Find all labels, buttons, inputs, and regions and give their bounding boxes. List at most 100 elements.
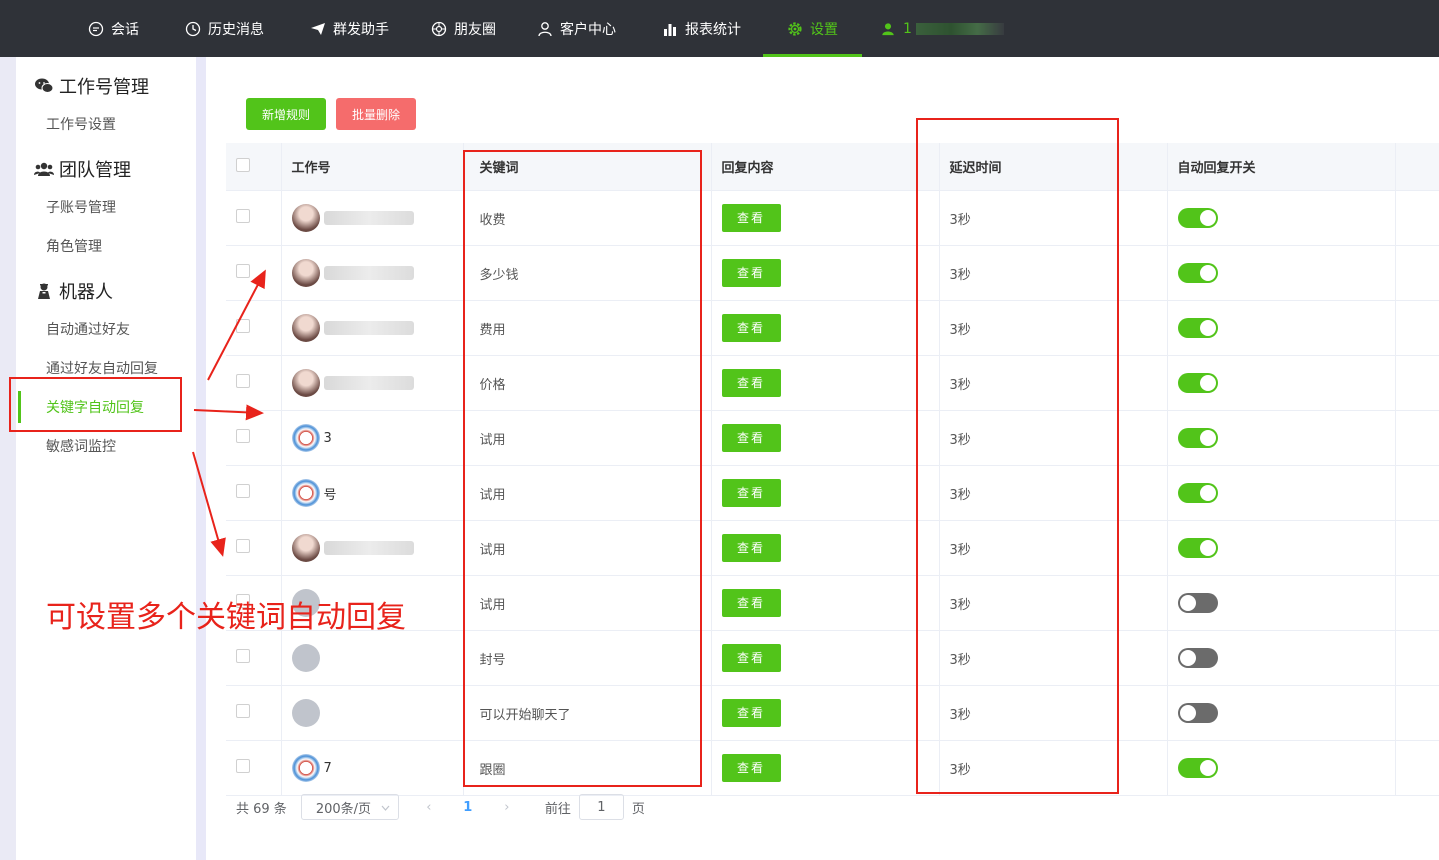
- nav-item-broadcast[interactable]: 群发助手: [310, 0, 389, 57]
- auto-reply-switch[interactable]: [1177, 373, 1218, 393]
- sidebar-group-team[interactable]: 团队管理: [34, 156, 131, 182]
- work-account-cell: [281, 685, 464, 741]
- row-checkbox[interactable]: [236, 374, 250, 388]
- select-all-checkbox[interactable]: [236, 157, 250, 172]
- reply-content-cell: 查看: [711, 190, 940, 246]
- add-rule-button[interactable]: 新增规则: [246, 98, 326, 130]
- switch-cell: [1167, 630, 1396, 686]
- row-checkbox[interactable]: [236, 264, 250, 278]
- view-reply-button[interactable]: 查看: [721, 204, 781, 232]
- annotation-box-keyword-column: [463, 150, 702, 787]
- row-checkbox-cell: [226, 355, 282, 411]
- work-account-cell: [281, 355, 464, 411]
- sidebar-item-subaccounts[interactable]: 子账号管理: [46, 197, 116, 217]
- work-account-cell: 7: [281, 740, 464, 796]
- nav-item-reports[interactable]: 报表统计: [662, 0, 741, 57]
- extra-cell: [1395, 190, 1439, 246]
- row-checkbox[interactable]: [236, 539, 250, 553]
- view-reply-button[interactable]: 查看: [721, 699, 781, 727]
- nav-label: 报表统计: [685, 21, 741, 38]
- total-count: 共 69 条: [236, 801, 287, 817]
- view-reply-button[interactable]: 查看: [721, 259, 781, 287]
- auto-reply-switch[interactable]: [1177, 263, 1218, 283]
- row-checkbox[interactable]: [236, 484, 250, 498]
- auto-reply-switch[interactable]: [1177, 593, 1218, 613]
- account-name: 7: [323, 760, 332, 776]
- view-reply-button[interactable]: 查看: [721, 314, 781, 342]
- clock-icon: [185, 21, 201, 37]
- sidebar-group-title: 团队管理: [59, 160, 131, 181]
- table-body: 收费 查看 3秒 多少钱 查看 3秒 费用 查看 3秒 价格 查看 3秒 3 试用 查看 3秒号试用 查看 3秒试…: [226, 190, 1439, 796]
- view-reply-button[interactable]: 查看: [721, 754, 781, 782]
- auto-reply-switch[interactable]: [1177, 428, 1218, 448]
- goto-page-input[interactable]: 1: [578, 794, 624, 820]
- view-reply-button[interactable]: 查看: [721, 644, 781, 672]
- sidebar-group-workaccount[interactable]: 工作号管理: [34, 73, 149, 99]
- auto-reply-switch[interactable]: [1177, 538, 1218, 558]
- sidebar-item-roles[interactable]: 角色管理: [46, 236, 102, 256]
- reply-content-cell: 查看: [711, 355, 940, 411]
- reply-content-cell: 查看: [711, 740, 940, 796]
- avatar: [291, 699, 320, 727]
- switch-cell: [1167, 520, 1396, 576]
- nav-item-moments[interactable]: 朋友圈: [431, 0, 496, 57]
- view-reply-button[interactable]: 查看: [721, 589, 781, 617]
- auto-reply-switch[interactable]: [1177, 318, 1218, 338]
- view-reply-button[interactable]: 查看: [721, 369, 781, 397]
- table-row: 试用 查看 3秒: [226, 520, 1439, 576]
- sidebar-item-auto-accept[interactable]: 自动通过好友: [46, 319, 130, 339]
- page-unit: 页: [631, 801, 645, 817]
- view-reply-button[interactable]: 查看: [721, 479, 781, 507]
- nav-item-settings[interactable]: 设置: [763, 0, 862, 57]
- table-row: 费用 查看 3秒: [226, 300, 1439, 356]
- top-nav: 会话 历史消息 群发助手 朋友圈 客户中心 报表统计 设置 1: [0, 0, 1439, 57]
- nav-user[interactable]: 1: [880, 0, 1004, 57]
- auto-reply-switch[interactable]: [1177, 483, 1218, 503]
- auto-reply-switch[interactable]: [1177, 703, 1218, 723]
- avatar: [291, 534, 320, 562]
- sidebar-divider: [196, 57, 206, 860]
- auto-reply-switch[interactable]: [1177, 648, 1218, 668]
- header-extra: [1395, 143, 1439, 191]
- chat-icon: [88, 21, 104, 37]
- row-checkbox[interactable]: [236, 429, 250, 443]
- row-checkbox-cell: [226, 685, 282, 741]
- gear-icon: [787, 21, 803, 37]
- work-account-cell: [281, 630, 464, 686]
- switch-cell: [1167, 740, 1396, 796]
- row-checkbox[interactable]: [236, 209, 250, 223]
- nav-item-history[interactable]: 历史消息: [185, 0, 264, 57]
- extra-cell: [1395, 465, 1439, 521]
- row-checkbox-cell: [226, 410, 282, 466]
- view-reply-button[interactable]: 查看: [721, 534, 781, 562]
- sidebar: 工作号管理 工作号设置 团队管理 子账号管理 角色管理 机器人 自动通过好友 通…: [16, 57, 196, 860]
- sidebar-group-title: 工作号管理: [59, 77, 149, 98]
- reply-content-cell: 查看: [711, 245, 940, 301]
- main-content: 新增规则 批量删除 工作号 关键词 回复内容 延迟时间 自动回复开关 收费 查看 3…: [206, 57, 1439, 860]
- row-checkbox[interactable]: [236, 704, 250, 718]
- row-checkbox[interactable]: [236, 759, 250, 773]
- auto-reply-switch[interactable]: [1177, 758, 1218, 778]
- prev-page-button[interactable]: ‹: [409, 800, 449, 815]
- sidebar-item-accept-reply[interactable]: 通过好友自动回复: [46, 358, 158, 378]
- next-page-button[interactable]: ›: [487, 800, 527, 815]
- batch-delete-button[interactable]: 批量删除: [336, 98, 416, 130]
- row-checkbox[interactable]: [236, 319, 250, 333]
- row-checkbox[interactable]: [236, 649, 250, 663]
- sidebar-group-robot[interactable]: 机器人: [34, 278, 113, 304]
- table-header-row: 工作号 关键词 回复内容 延迟时间 自动回复开关: [226, 143, 1439, 191]
- view-reply-button[interactable]: 查看: [721, 424, 781, 452]
- avatar: [291, 204, 320, 232]
- page-size-select[interactable]: 200条/页: [300, 794, 399, 820]
- sidebar-item-workaccount-settings[interactable]: 工作号设置: [46, 114, 116, 134]
- sidebar-item-sensitive-words[interactable]: 敏感词监控: [46, 436, 116, 456]
- switch-cell: [1167, 410, 1396, 466]
- reply-content-cell: 查看: [711, 685, 940, 741]
- current-page[interactable]: 1: [449, 800, 487, 815]
- avatar: [291, 314, 320, 342]
- auto-reply-switch[interactable]: [1177, 208, 1218, 228]
- switch-cell: [1167, 245, 1396, 301]
- nav-item-chat[interactable]: 会话: [88, 0, 139, 57]
- nav-item-customers[interactable]: 客户中心: [537, 0, 616, 57]
- header-reply-content: 回复内容: [711, 143, 940, 191]
